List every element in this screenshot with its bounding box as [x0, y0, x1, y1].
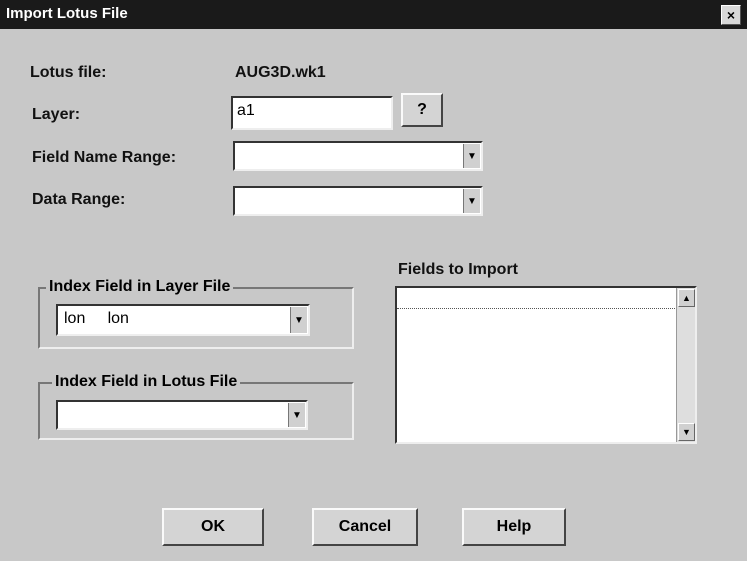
- scroll-up-icon[interactable]: ▲: [678, 289, 695, 307]
- layer-help-label: ?: [417, 101, 427, 118]
- index-lotus-label: Index Field in Lotus File: [52, 373, 241, 391]
- list-item[interactable]: [397, 288, 677, 309]
- lotus-file-value: AUG3D.wk1: [235, 64, 326, 81]
- ok-button[interactable]: OK: [162, 508, 264, 546]
- fields-to-import-list[interactable]: ▲ ▼: [395, 286, 697, 444]
- index-lotus-combo[interactable]: ▼: [56, 400, 308, 430]
- chevron-down-icon[interactable]: ▼: [463, 189, 480, 213]
- cancel-button-label: Cancel: [338, 518, 392, 535]
- chevron-down-icon[interactable]: ▼: [288, 403, 305, 427]
- fields-to-import-label: Fields to Import: [398, 261, 518, 278]
- layer-label: Layer:: [32, 106, 81, 123]
- help-button-label: Help: [496, 518, 532, 535]
- layer-help-button[interactable]: ?: [401, 93, 443, 127]
- index-layer-value: lon lon: [64, 310, 129, 327]
- index-layer-label: Index Field in Layer File: [46, 278, 234, 296]
- scroll-down-icon[interactable]: ▼: [678, 423, 695, 441]
- help-button[interactable]: Help: [462, 508, 566, 546]
- close-icon[interactable]: ×: [721, 5, 741, 25]
- index-layer-combo[interactable]: lon lon ▼: [56, 304, 310, 336]
- data-range-label: Data Range:: [32, 191, 126, 208]
- window-title: Import Lotus File: [6, 5, 128, 22]
- scrollbar[interactable]: ▲ ▼: [676, 288, 695, 442]
- field-name-range-combo[interactable]: ▼: [233, 141, 483, 171]
- import-lotus-dialog: Import Lotus File × Lotus file: AUG3D.wk…: [0, 0, 747, 561]
- title-bar: Import Lotus File ×: [0, 0, 747, 29]
- layer-input[interactable]: a1: [231, 96, 393, 130]
- cancel-button[interactable]: Cancel: [312, 508, 418, 546]
- lotus-file-label: Lotus file:: [30, 64, 107, 81]
- field-name-range-label: Field Name Range:: [32, 149, 177, 166]
- data-range-combo[interactable]: ▼: [233, 186, 483, 216]
- chevron-down-icon[interactable]: ▼: [463, 144, 480, 168]
- ok-button-label: OK: [201, 518, 225, 535]
- chevron-down-icon[interactable]: ▼: [290, 307, 307, 333]
- layer-input-value: a1: [237, 102, 255, 119]
